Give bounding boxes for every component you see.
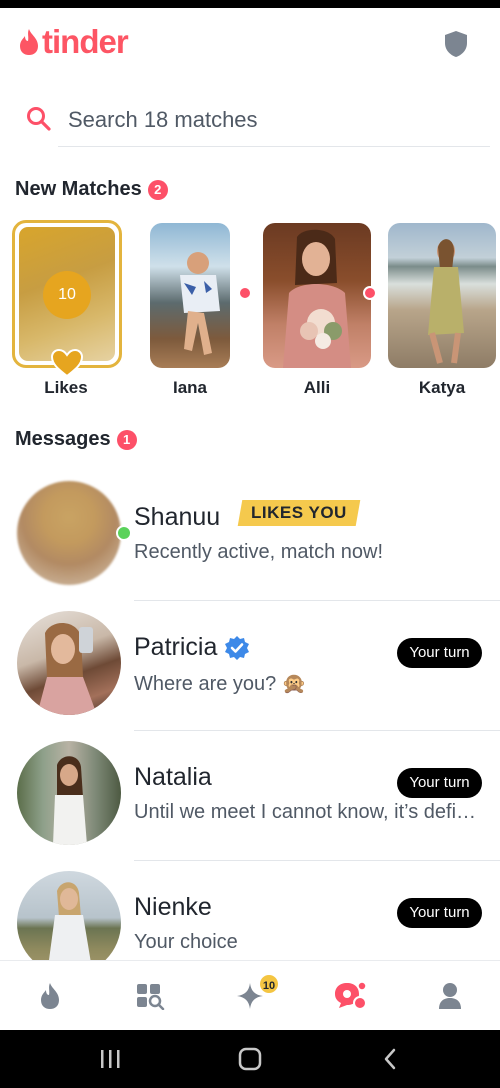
back-icon: [384, 1048, 396, 1070]
match-name: Katya: [418, 378, 466, 397]
home-icon: [238, 1047, 262, 1071]
match-photo: [263, 223, 371, 368]
shield-icon[interactable]: [444, 30, 468, 58]
message-preview: Your choice: [134, 931, 238, 953]
likes-you-label: LIKES YOU: [251, 503, 347, 522]
gold-heart-icon: [50, 348, 84, 378]
messages-count-badge: 1: [116, 429, 137, 450]
avatar: [17, 611, 121, 715]
message-preview: Where are you? 🙊: [134, 673, 307, 695]
new-matches-count-badge: 2: [147, 179, 168, 200]
message-row-shanuu[interactable]: Shanuu LIKES YOU Recently active, match …: [0, 470, 500, 601]
recent-apps-icon[interactable]: [90, 1044, 130, 1074]
message-name: Patricia: [134, 633, 218, 661]
match-name: Alli: [303, 378, 331, 397]
active-indicator: [116, 525, 132, 541]
search-underline: [58, 146, 490, 147]
flame-icon: [41, 983, 59, 1009]
chat-icon: [335, 981, 367, 1010]
new-matches-heading: New Matches 2: [15, 178, 168, 201]
messages-title: Messages: [15, 428, 111, 450]
header: tinder: [0, 8, 500, 78]
match-name: Iana: [172, 378, 208, 397]
match-photo: [150, 223, 230, 368]
person-silhouette: [37, 622, 97, 715]
nav-discover[interactable]: [0, 961, 100, 1031]
nav-explore[interactable]: [100, 961, 200, 1031]
your-turn-badge: Your turn: [397, 638, 482, 668]
likes-count-coin: 10: [43, 271, 91, 319]
profile-icon: [439, 983, 461, 1009]
status-bar: [0, 0, 500, 8]
avatar: [17, 741, 121, 845]
message-name: Nienke: [134, 893, 212, 921]
message-name: Shanuu: [134, 503, 221, 531]
home-icon[interactable]: [230, 1044, 270, 1074]
likes-card-blurred-photo: 10: [19, 227, 115, 361]
person-silhouette: [53, 756, 87, 845]
match-photo: [388, 223, 496, 368]
your-turn-badge: Your turn: [397, 898, 482, 928]
new-matches-carousel[interactable]: 10 Likes Iana Alli Katya: [0, 220, 500, 400]
your-turn-badge: Your turn: [397, 768, 482, 798]
person-silhouette: [428, 239, 464, 364]
search-input[interactable]: [68, 104, 488, 136]
match-card-alli[interactable]: Alli: [263, 220, 377, 400]
nav-gold-home[interactable]: 10: [200, 961, 300, 1031]
tinder-logo[interactable]: tinder: [18, 23, 129, 60]
message-name: Natalia: [134, 763, 212, 791]
message-row-natalia[interactable]: Natalia Your turn Until we meet I cannot…: [0, 730, 500, 861]
new-matches-title: New Matches: [15, 178, 142, 200]
nav-chat[interactable]: [300, 961, 400, 1031]
message-preview: Until we meet I cannot know, it’s defini…: [134, 801, 484, 823]
person-silhouette: [180, 252, 220, 355]
explore-icon: [137, 984, 165, 1010]
match-card-katya[interactable]: Katya: [388, 220, 500, 400]
match-card-iana[interactable]: Iana: [150, 220, 262, 400]
verified-badge-icon: [225, 635, 250, 660]
search-bar[interactable]: [26, 100, 490, 148]
online-indicator: [363, 286, 377, 300]
message-preview: Recently active, match now!: [134, 541, 383, 563]
person-silhouette: [283, 229, 351, 368]
messages-heading: Messages 1: [15, 428, 137, 451]
message-name-with-badge: Patricia: [134, 633, 250, 662]
back-icon[interactable]: [370, 1044, 410, 1074]
likes-card[interactable]: 10 Likes: [12, 220, 124, 400]
avatar: [17, 481, 121, 585]
spark-count-badge: 10: [258, 973, 280, 995]
message-row-patricia[interactable]: Patricia Your turn Where are you? 🙊: [0, 600, 500, 731]
recent-apps-icon: [101, 1050, 120, 1068]
flame-icon: [20, 29, 38, 55]
system-navigation-bar: [0, 1030, 500, 1088]
online-indicator: [238, 286, 252, 300]
logo-text: tinder: [42, 23, 129, 60]
likes-label: Likes: [44, 378, 88, 397]
likes-you-tag: LIKES YOU: [237, 500, 361, 526]
likes-card-frame: 10: [12, 220, 122, 368]
nav-profile[interactable]: [400, 961, 500, 1031]
search-icon: [27, 107, 51, 131]
bottom-navigation: 10: [0, 960, 500, 1030]
